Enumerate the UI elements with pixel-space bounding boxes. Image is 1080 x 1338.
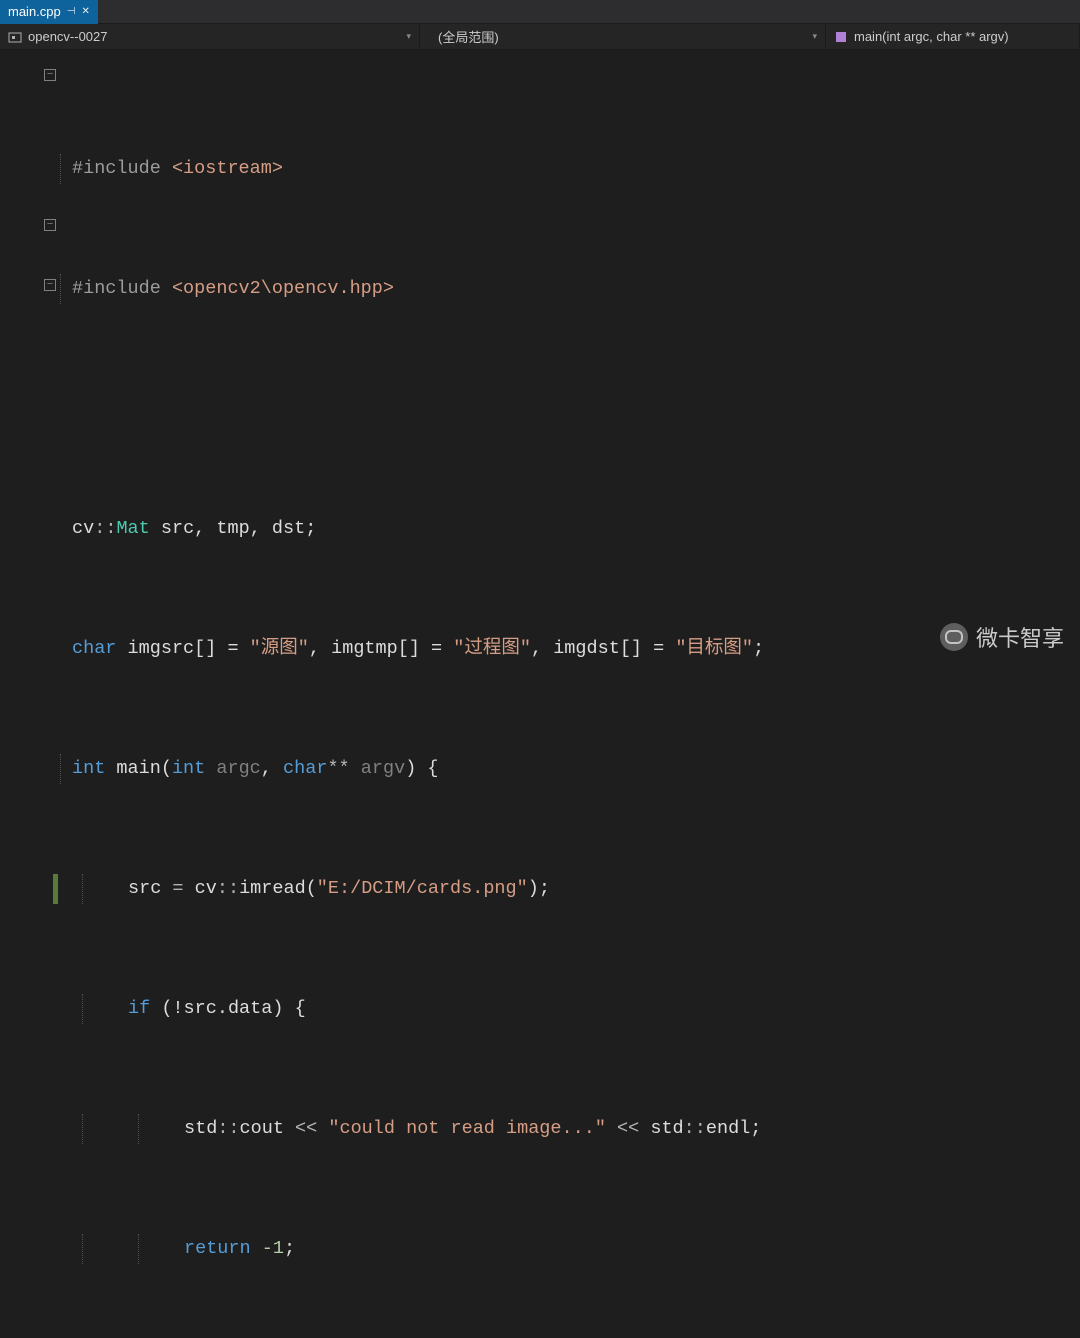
watermark: 微卡智享: [940, 621, 1064, 653]
function-signature: main(int argc, char ** argv): [854, 29, 1009, 44]
close-icon[interactable]: ✕: [81, 6, 89, 17]
code-line[interactable]: cv::Mat src, tmp, dst;: [58, 514, 1080, 544]
scope-dropdown[interactable]: (全局范围) ▾: [420, 24, 826, 49]
code-line[interactable]: int main(int argc, char** argv) {: [58, 754, 1080, 784]
project-name: opencv--0027: [28, 29, 108, 44]
code-content[interactable]: #include <iostream> #include <opencv2\op…: [58, 50, 1080, 669]
change-marker: [53, 874, 58, 904]
code-line[interactable]: if (!src.data) {: [58, 994, 1080, 1024]
watermark-text: 微卡智享: [976, 621, 1064, 653]
code-line[interactable]: #include <iostream>: [58, 154, 1080, 184]
fold-minus-icon[interactable]: −: [44, 279, 56, 291]
tab-filename: main.cpp: [8, 4, 61, 19]
wechat-icon: [940, 623, 968, 651]
code-line[interactable]: return -1;: [58, 1234, 1080, 1264]
function-icon: [834, 30, 848, 44]
pin-icon[interactable]: ⊣: [67, 6, 76, 17]
code-line[interactable]: #include <opencv2\opencv.hpp>: [58, 274, 1080, 304]
code-line[interactable]: std::cout << "could not read image..." <…: [58, 1114, 1080, 1144]
file-tab-main-cpp[interactable]: main.cpp ⊣ ✕: [0, 0, 98, 24]
navigation-bar: opencv--0027 ▾ (全局范围) ▾ main(int argc, c…: [0, 24, 1080, 50]
fold-minus-icon[interactable]: −: [44, 219, 56, 231]
code-editor[interactable]: − − − #include <iostream> #include <open…: [0, 50, 1080, 669]
project-scope-dropdown[interactable]: opencv--0027 ▾: [0, 24, 420, 49]
code-line[interactable]: char imgsrc[] = "源图", imgtmp[] = "过程图", …: [58, 634, 1080, 664]
function-dropdown[interactable]: main(int argc, char ** argv): [826, 24, 1080, 49]
project-icon: [8, 30, 22, 44]
code-line[interactable]: [58, 394, 1080, 424]
scope-label: (全局范围): [438, 27, 499, 46]
tab-bar: main.cpp ⊣ ✕: [0, 0, 1080, 24]
chevron-down-icon: ▾: [812, 31, 817, 42]
chevron-down-icon: ▾: [406, 31, 411, 42]
code-line[interactable]: src = cv::imread("E:/DCIM/cards.png");: [58, 874, 1080, 904]
fold-minus-icon[interactable]: −: [44, 69, 56, 81]
editor-gutter[interactable]: − − −: [0, 50, 58, 669]
